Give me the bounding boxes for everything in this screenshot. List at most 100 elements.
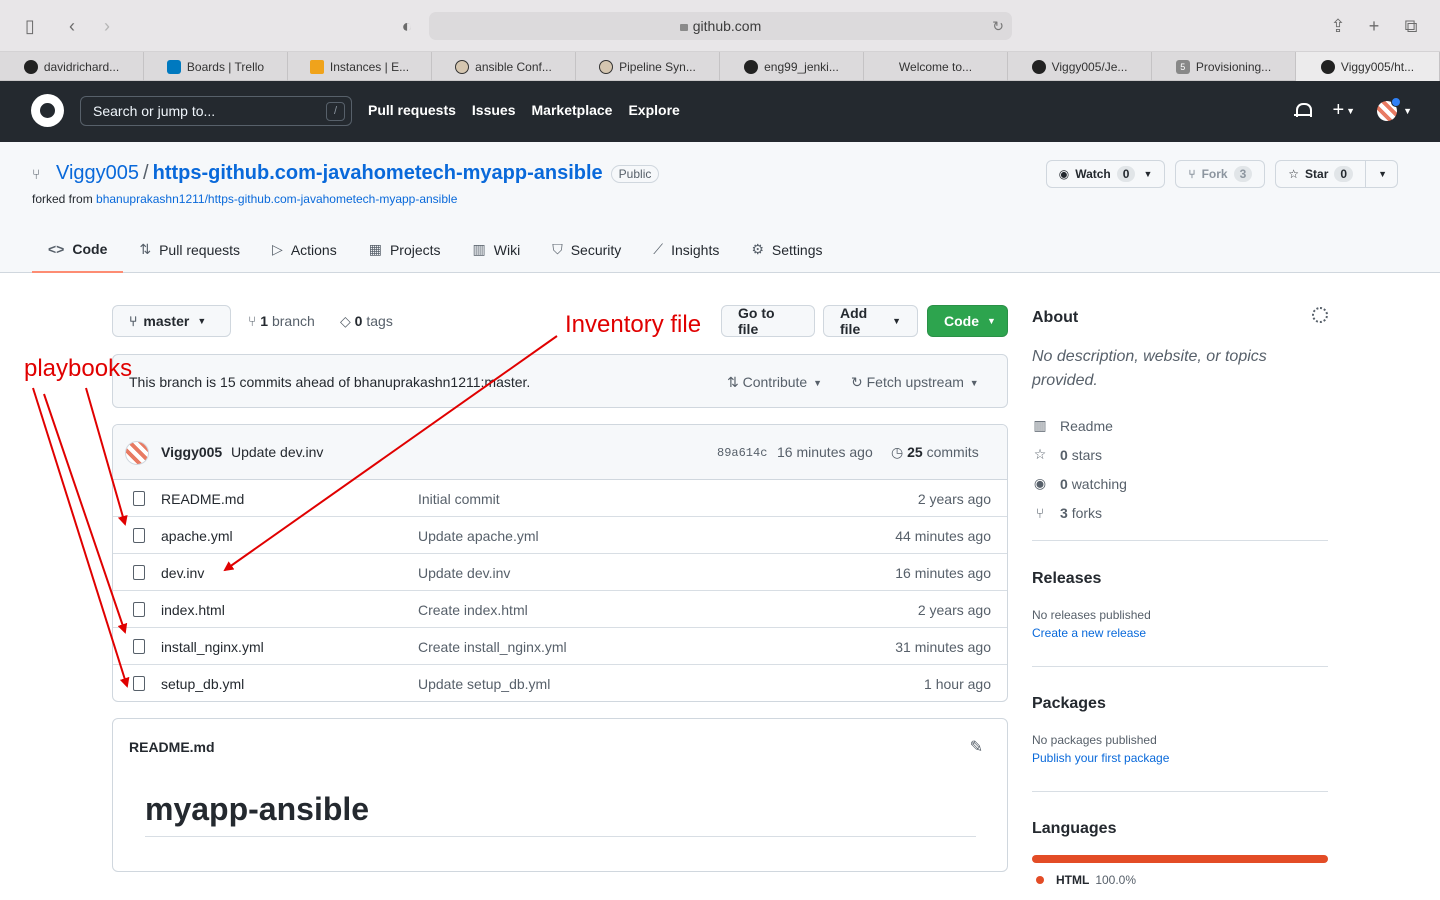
- fetch-upstream-dropdown[interactable]: ↻ Fetch upstream ▼: [851, 374, 979, 391]
- branch-select-button[interactable]: ⑂ master ▼: [112, 305, 231, 337]
- tab-pull-requests[interactable]: ⇅ Pull requests: [123, 226, 256, 273]
- browser-tab[interactable]: Viggy005/Je...: [1008, 52, 1152, 81]
- commit-sha[interactable]: 89a614c: [717, 446, 767, 460]
- fork-button[interactable]: ⑂ Fork 3: [1175, 160, 1266, 188]
- stars-link[interactable]: ☆ 0 stars: [1032, 440, 1127, 469]
- browser-tab-label: Viggy005/Je...: [1051, 59, 1128, 74]
- file-commit-message[interactable]: Initial commit: [418, 491, 500, 507]
- latest-commit: Viggy005 Update dev.inv 89a614c 16 minut…: [113, 425, 1007, 480]
- file-commit-message[interactable]: Update apache.yml: [418, 528, 539, 544]
- file-name-link[interactable]: index.html: [161, 602, 225, 618]
- star-group: ☆ Star 0 ▼: [1275, 160, 1398, 188]
- browser-tab[interactable]: Boards | Trello: [144, 52, 288, 81]
- sidebar-toggle-icon[interactable]: ▯: [18, 14, 42, 38]
- pencil-icon[interactable]: ✎: [970, 737, 983, 757]
- tab-code[interactable]: <> Code: [32, 226, 124, 273]
- avatar[interactable]: [125, 441, 149, 465]
- file-name-link[interactable]: setup_db.yml: [161, 676, 244, 692]
- tab-actions[interactable]: ▷ Actions: [256, 226, 353, 273]
- browser-tab-active[interactable]: Viggy005/ht...: [1296, 52, 1440, 81]
- file-age: 2 years ago: [917, 491, 991, 507]
- forward-icon[interactable]: ›: [95, 14, 119, 38]
- file-commit-message[interactable]: Create install_nginx.yml: [418, 639, 567, 655]
- packages-heading[interactable]: Packages: [1032, 695, 1106, 713]
- file-commit-message[interactable]: Update setup_db.yml: [418, 676, 550, 692]
- gear-icon[interactable]: [1312, 307, 1328, 323]
- code-button[interactable]: Code ▼: [927, 305, 1008, 337]
- browser-tab[interactable]: Welcome to...: [864, 52, 1008, 81]
- star-button[interactable]: ☆ Star 0: [1275, 160, 1367, 188]
- search-placeholder: Search or jump to...: [93, 103, 216, 119]
- file-commit-message[interactable]: Create index.html: [418, 602, 528, 618]
- contribute-dropdown[interactable]: ⇅ Contribute ▼: [727, 374, 822, 391]
- commit-author[interactable]: Viggy005: [161, 444, 222, 460]
- releases-heading[interactable]: Releases: [1032, 570, 1101, 588]
- tab-security[interactable]: ⛉ Security: [536, 226, 637, 273]
- readme-link[interactable]: ▥ Readme: [1032, 411, 1127, 440]
- bell-icon[interactable]: [1294, 102, 1313, 120]
- star-list-dropdown[interactable]: ▼: [1366, 160, 1398, 188]
- tab-wiki[interactable]: ▥ Wiki: [457, 226, 537, 273]
- nav-explore[interactable]: Explore: [628, 102, 679, 118]
- forks-link[interactable]: ⑂ 3 forks: [1032, 498, 1127, 527]
- browser-tab[interactable]: davidrichard...: [0, 52, 144, 81]
- browser-tab[interactable]: ansible Conf...: [432, 52, 576, 81]
- watching-link[interactable]: ◉ 0 watching: [1032, 469, 1127, 498]
- language-item[interactable]: HTML 100.0%: [1036, 873, 1136, 887]
- publish-package-link[interactable]: Publish your first package: [1032, 751, 1169, 765]
- file-commit-message[interactable]: Update dev.inv: [418, 565, 510, 581]
- file-name-link[interactable]: README.md: [161, 491, 244, 507]
- browser-tabs: davidrichard... Boards | Trello Instance…: [0, 52, 1440, 81]
- tags-link[interactable]: ◇ 0 tags: [340, 313, 393, 330]
- create-new-dropdown[interactable]: + ▼: [1332, 99, 1355, 122]
- address-bar[interactable]: github.com ↻: [429, 12, 1012, 40]
- share-icon[interactable]: ⇪: [1326, 14, 1350, 38]
- github-icon: [1031, 59, 1046, 74]
- go-to-file-button[interactable]: Go to file: [721, 305, 815, 337]
- file-name-link[interactable]: dev.inv: [161, 565, 204, 581]
- forks-word: forks: [1071, 504, 1103, 521]
- browser-tab[interactable]: Pipeline Syn...: [576, 52, 720, 81]
- annotation-inventory-file: Inventory file: [565, 311, 702, 338]
- watch-button[interactable]: ◉ Watch 0 ▼: [1045, 160, 1166, 188]
- browser-tab[interactable]: Instances | E...: [288, 52, 432, 81]
- caret-down-icon: ▼: [1403, 105, 1412, 116]
- new-tab-icon[interactable]: +: [1362, 14, 1386, 38]
- go-to-file-label: Go to file: [738, 305, 775, 337]
- languages-heading: Languages: [1032, 820, 1117, 837]
- browser-tab[interactable]: 5 Provisioning...: [1152, 52, 1296, 81]
- repo-name-link[interactable]: https-github.com-javahometech-myapp-ansi…: [153, 162, 603, 185]
- file-name-link[interactable]: install_nginx.yml: [161, 639, 264, 655]
- privacy-shield-icon[interactable]: ◐: [395, 14, 419, 38]
- fork-icon: ⑂: [1035, 504, 1045, 521]
- tab-settings[interactable]: ⚙ Settings: [735, 226, 838, 273]
- visibility-badge: Public: [610, 164, 660, 183]
- tab-overview-icon[interactable]: ⧉: [1399, 14, 1423, 38]
- file-icon: [133, 676, 145, 691]
- forked-from-link[interactable]: bhanuprakashn1211/https-github.com-javah…: [96, 192, 457, 206]
- browser-tab-label: Welcome to...: [898, 59, 973, 74]
- graph-icon: ⟋: [653, 241, 664, 257]
- branches-link[interactable]: ⑂ 1 branch: [248, 313, 315, 329]
- commits-link[interactable]: ◷ 25 commits: [891, 444, 979, 461]
- repo-owner-link[interactable]: Viggy005: [56, 162, 139, 185]
- stars-count: 0: [1060, 446, 1068, 463]
- tab-insights[interactable]: ⟋ Insights: [637, 226, 735, 273]
- browser-tab-label: davidrichard...: [43, 59, 120, 74]
- browser-tab-label: eng99_jenki...: [764, 59, 839, 74]
- tab-projects[interactable]: ▦ Projects: [353, 226, 457, 273]
- add-file-button[interactable]: Add file ▼: [823, 305, 918, 337]
- search-input[interactable]: Search or jump to... /: [80, 96, 352, 126]
- nav-pull-requests[interactable]: Pull requests: [368, 102, 456, 118]
- back-icon[interactable]: ‹: [60, 14, 84, 38]
- create-release-link[interactable]: Create a new release: [1032, 626, 1146, 640]
- reload-icon[interactable]: ↻: [992, 12, 1004, 40]
- nav-issues[interactable]: Issues: [472, 102, 516, 118]
- file-name-link[interactable]: apache.yml: [161, 528, 233, 544]
- user-menu[interactable]: ▼: [1377, 96, 1412, 121]
- github-logo-icon[interactable]: [31, 94, 64, 127]
- file-age: 1 hour ago: [924, 676, 991, 692]
- browser-tab[interactable]: eng99_jenki...: [720, 52, 864, 81]
- commit-message[interactable]: Update dev.inv: [231, 444, 323, 460]
- nav-marketplace[interactable]: Marketplace: [532, 102, 613, 118]
